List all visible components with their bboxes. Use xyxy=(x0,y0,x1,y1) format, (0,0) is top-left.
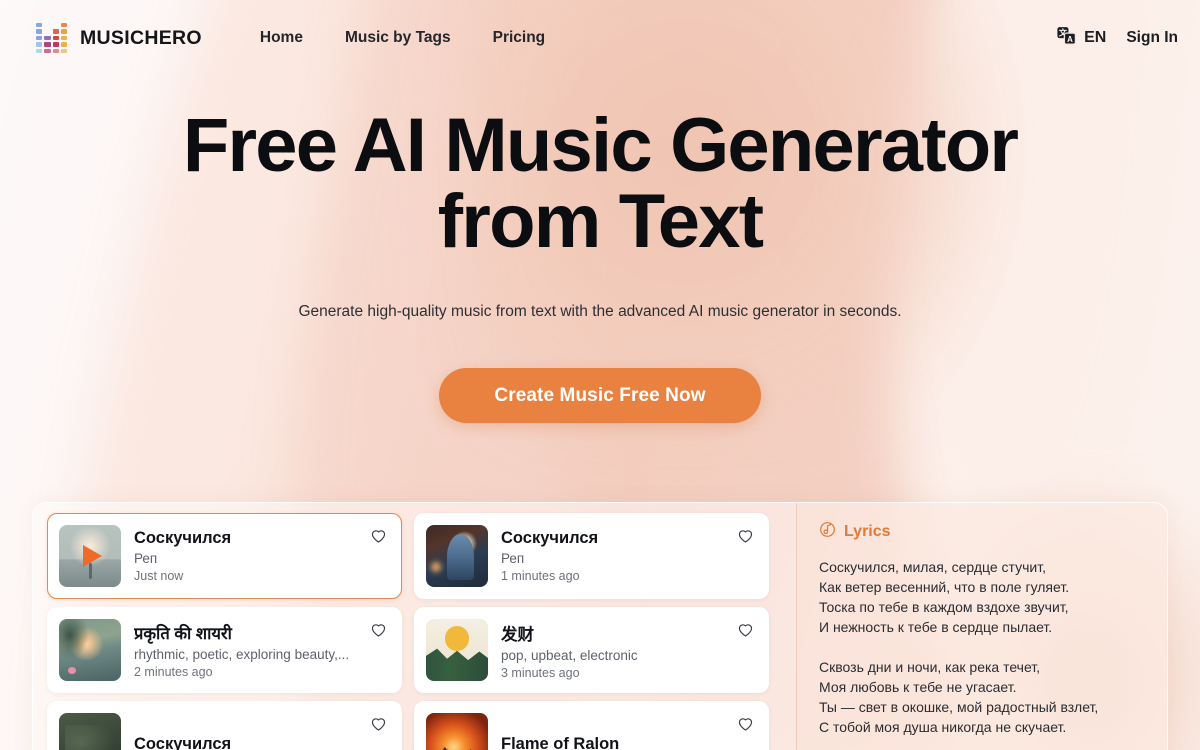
hero-section: Free AI Music Generator from Text Genera… xyxy=(0,76,1200,423)
song-timestamp: 2 minutes ago xyxy=(134,665,213,679)
song-timestamp: Just now xyxy=(134,569,184,583)
song-thumbnail[interactable] xyxy=(426,525,488,587)
song-timestamp: 1 minutes ago xyxy=(501,569,580,583)
song-title: Соскучился xyxy=(134,734,232,750)
lyrics-header: Lyrics xyxy=(819,521,1143,543)
brand-logo[interactable]: MUSICHERO xyxy=(36,22,202,54)
heart-outline-icon[interactable] xyxy=(367,618,389,640)
song-meta: Flame of Ralon xyxy=(501,735,721,750)
heart-outline-icon[interactable] xyxy=(734,712,756,734)
hero-subtitle: Generate high-quality music from text wi… xyxy=(298,303,902,320)
music-disc-icon xyxy=(819,521,836,543)
translate-icon: 文 A xyxy=(1056,25,1077,51)
song-meta: 发财 pop, upbeat, electronic 3 minutes ago xyxy=(501,621,721,680)
song-card[interactable]: प्रकृति की शायरी rhythmic, poetic, explor… xyxy=(47,607,402,693)
equalizer-bars-icon xyxy=(36,22,67,54)
language-switcher[interactable]: 文 A EN xyxy=(1056,25,1106,51)
nav-item-music-by-tags[interactable]: Music by Tags xyxy=(345,29,451,47)
lyrics-label: Lyrics xyxy=(844,523,891,540)
song-card[interactable]: Flame of Ralon xyxy=(414,701,769,750)
svg-text:A: A xyxy=(1067,35,1073,44)
lyrics-line: Ты — свет в окошке, мой радостный взлет, xyxy=(819,699,1099,715)
lyrics-line: С тобой моя душа никогда не скучает. xyxy=(819,719,1067,735)
song-meta: प्रकृति की शायरी rhythmic, poetic, explor… xyxy=(134,621,354,679)
song-artwork xyxy=(426,713,488,750)
lyrics-line: И нежность к тебе в сердце пылает. xyxy=(819,619,1053,635)
song-tags: Реп xyxy=(501,551,525,566)
page-title: Free AI Music Generator from Text xyxy=(182,103,1019,264)
create-music-button[interactable]: Create Music Free Now xyxy=(439,368,761,423)
lyrics-line: Сквозь дни и ночи, как река течет, xyxy=(819,659,1041,675)
heart-outline-icon[interactable] xyxy=(367,524,389,546)
song-artwork xyxy=(59,619,121,681)
song-timestamp: 3 minutes ago xyxy=(501,665,580,680)
nav-item-home[interactable]: Home xyxy=(260,29,303,47)
song-list[interactable]: Соскучился Реп Just now Соскучился Реп 1 minu… xyxy=(33,503,796,750)
song-title: 发财 xyxy=(501,625,534,644)
song-thumbnail[interactable] xyxy=(59,525,121,587)
brand-name: MUSICHERO xyxy=(80,26,202,49)
song-card[interactable]: Соскучился Реп Just now xyxy=(47,513,402,599)
lyrics-line: Моя любовь к тебе не угасает. xyxy=(819,679,1017,695)
song-title: Соскучился xyxy=(501,529,599,547)
lyrics-line xyxy=(819,637,1143,657)
lyrics-line: Тоска по тебе в каждом вздохе звучит, xyxy=(819,599,1069,615)
song-tags: Реп xyxy=(134,551,158,566)
song-artwork xyxy=(59,713,121,750)
lyrics-text: Соскучился, милая, сердце стучит, Как вет… xyxy=(819,557,1143,737)
lyrics-panel: Lyrics Соскучился, милая, сердце стучит,… xyxy=(796,503,1167,750)
song-thumbnail[interactable] xyxy=(426,713,488,750)
lyrics-line: Соскучился, милая, сердце стучит, xyxy=(819,559,1046,575)
song-artwork xyxy=(426,619,488,681)
heart-outline-icon[interactable] xyxy=(734,618,756,640)
main-nav: Home Music by Tags Pricing xyxy=(260,29,545,47)
lyrics-line: Как ветер весенний, что в поле гуляет. xyxy=(819,579,1070,595)
song-title: Flame of Ralon xyxy=(501,734,620,750)
song-thumbnail[interactable] xyxy=(59,713,121,750)
song-card[interactable]: Соскучился Реп 1 minutes ago xyxy=(414,513,769,599)
play-icon[interactable] xyxy=(59,525,121,587)
song-thumbnail[interactable] xyxy=(426,619,488,681)
song-card[interactable]: 发财 pop, upbeat, electronic 3 minutes ago xyxy=(414,607,769,693)
song-tags: pop, upbeat, electronic xyxy=(501,647,638,663)
song-thumbnail[interactable] xyxy=(59,619,121,681)
heart-outline-icon[interactable] xyxy=(367,712,389,734)
song-meta: Соскучился xyxy=(134,735,354,750)
nav-item-pricing[interactable]: Pricing xyxy=(493,29,546,47)
header-actions: 文 A EN Sign In xyxy=(1056,25,1178,51)
library-panel: Соскучился Реп Just now Соскучился Реп 1 minu… xyxy=(32,502,1168,750)
language-code: EN xyxy=(1084,29,1107,46)
heart-outline-icon[interactable] xyxy=(734,524,756,546)
song-artwork xyxy=(426,525,488,587)
sign-in-link[interactable]: Sign In xyxy=(1126,29,1178,47)
song-tags: rhythmic, poetic, exploring beauty,... xyxy=(134,647,350,662)
song-card[interactable]: Соскучился xyxy=(47,701,402,750)
song-title: प्रकृति की शायरी xyxy=(134,625,232,643)
song-meta: Соскучился Реп 1 minutes ago xyxy=(501,529,721,583)
site-header: MUSICHERO Home Music by Tags Pricing 文 A… xyxy=(0,0,1200,76)
song-title: Соскучился xyxy=(134,529,232,547)
song-meta: Соскучился Реп Just now xyxy=(134,529,354,583)
